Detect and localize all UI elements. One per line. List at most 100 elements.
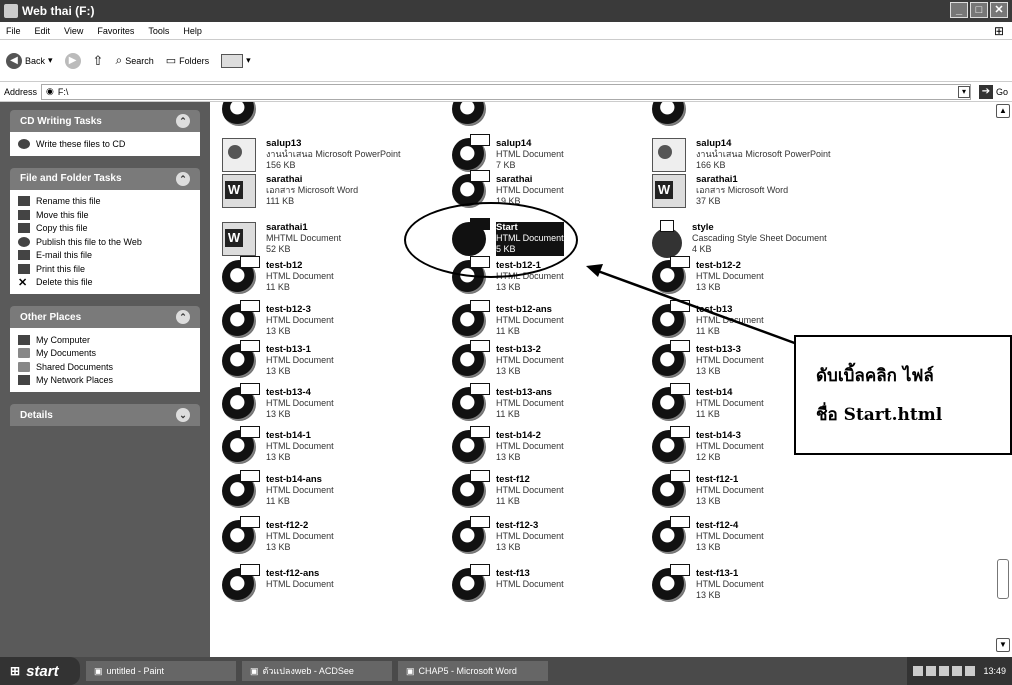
chevron-down-icon[interactable]: ▾ [957, 85, 970, 98]
scroll-up-icon[interactable]: ▲ [996, 104, 1010, 118]
file-item[interactable]: salup13 งานนำเสนอ Microsoft PowerPoint 156… [222, 138, 422, 172]
place-my-network[interactable]: My Network Places [18, 374, 192, 388]
panel-header[interactable]: Other Places ⌃ [10, 306, 200, 328]
file-name: test-f12-ans [266, 568, 320, 579]
taskbar-item-paint[interactable]: ▣ untitled - Paint [86, 661, 236, 681]
file-item[interactable]: test-f12-ans HTML Document [222, 564, 422, 602]
taskbar-item-acdsee[interactable]: ▣ ตัวแปลงweb - ACDSee [242, 661, 392, 681]
file-item[interactable]: test-b14-ans HTML Document 11 KB [222, 470, 422, 508]
panel-title: Details [20, 409, 53, 421]
ppt-icon [222, 138, 256, 172]
file-item[interactable]: sarathai1MHTML Document52 KB [222, 222, 422, 256]
file-item[interactable]: test-b13-ans HTML Document 11 KB [452, 383, 652, 421]
file-item[interactable]: test-f12-4 HTML Document 13 KB [652, 516, 852, 554]
tray-icon[interactable] [926, 666, 937, 676]
close-button[interactable]: ✕ [990, 2, 1008, 18]
file-item[interactable]: 126 KB [452, 102, 652, 126]
file-item[interactable]: test-b13 HTML Document 11 KB [652, 300, 852, 338]
menu-tools[interactable]: Tools [148, 26, 169, 36]
file-item[interactable]: sarathaiเอกสาร Microsoft Word111 KB [222, 174, 422, 208]
file-item[interactable]: test-b12-2 HTML Document 13 KB [652, 256, 852, 294]
file-type: HTML Document [496, 531, 564, 541]
views-button[interactable]: ▾ [221, 53, 251, 68]
forward-button[interactable]: ▶ [64, 52, 81, 69]
tray-icon[interactable] [939, 666, 950, 676]
place-my-documents[interactable]: My Documents [18, 347, 192, 361]
expand-icon[interactable]: ⌄ [176, 408, 190, 422]
chevron-down-icon: ▾ [246, 55, 251, 65]
panel-header[interactable]: Details ⌄ [10, 404, 200, 426]
task-move[interactable]: Move this file [18, 208, 192, 222]
file-item[interactable]: test-b13-4 HTML Document 13 KB [222, 383, 422, 421]
file-item[interactable]: test-f12-2 HTML Document 13 KB [222, 516, 422, 554]
file-item[interactable]: test-f13 HTML Document [452, 564, 652, 602]
collapse-icon[interactable]: ⌃ [176, 310, 190, 324]
place-my-computer[interactable]: My Computer [18, 333, 192, 347]
place-shared-documents[interactable]: Shared Documents [18, 360, 192, 374]
folder-icon [18, 348, 30, 359]
menu-file[interactable]: File [6, 26, 21, 36]
collapse-icon[interactable]: ⌃ [176, 171, 190, 186]
file-name: test-b12-ans [496, 304, 552, 315]
file-item[interactable]: salup14 HTML Document 7 KB [452, 134, 652, 172]
tray-icon[interactable] [952, 666, 963, 676]
task-rename[interactable]: Rename this file [18, 195, 192, 209]
tray-icon[interactable] [913, 666, 924, 676]
ie-icon [652, 300, 690, 338]
file-size: 52 KB [266, 244, 291, 254]
ie-icon [652, 564, 690, 602]
file-item[interactable]: salup14 งานนำเสนอ Microsoft PowerPoint 166… [652, 138, 852, 172]
folder-icon [4, 4, 18, 18]
file-item[interactable]: test-b12-3 HTML Document 13 KB [222, 300, 422, 338]
scroll-thumb[interactable] [997, 559, 1009, 599]
file-item[interactable]: test-f12-1 HTML Document 13 KB [652, 470, 852, 508]
ie-icon [452, 383, 490, 421]
start-button[interactable]: ⊞ start [0, 657, 80, 685]
file-details: test-f12-1 HTML Document 13 KB [696, 474, 764, 508]
chevron-down-icon[interactable]: ▾ [48, 55, 53, 66]
minimize-button[interactable]: _ [950, 2, 968, 18]
search-button[interactable]: ⌕ Search [115, 53, 153, 68]
file-item[interactable]: test-f13-1 HTML Document 13 KB [652, 564, 852, 602]
file-item[interactable]: test-b12 HTML Document 11 KB [222, 256, 422, 294]
scroll-down-icon[interactable]: ▼ [996, 638, 1010, 652]
menu-help[interactable]: Help [183, 26, 202, 36]
file-item[interactable]: 7 KB [222, 102, 422, 126]
task-email[interactable]: E-mail this file [18, 249, 192, 263]
address-field[interactable]: ◉ F:\ ▾ [41, 83, 971, 100]
task-publish[interactable]: Publish this file to the Web [18, 235, 192, 249]
up-button[interactable]: ⇧ [93, 53, 104, 69]
file-item[interactable]: test-b13-1 HTML Document 13 KB [222, 340, 422, 378]
file-item[interactable]: test-b12-ans HTML Document 11 KB [452, 300, 652, 338]
task-copy[interactable]: Copy this file [18, 222, 192, 236]
file-item[interactable]: test-b13-2 HTML Document 13 KB [452, 340, 652, 378]
back-button[interactable]: ◀ Back ▾ [6, 52, 53, 69]
acdsee-icon: ▣ [250, 665, 259, 676]
go-button[interactable]: ➔ Go [978, 84, 1008, 99]
maximize-button[interactable]: □ [970, 2, 988, 18]
taskbar-item-word[interactable]: ▣ CHAP5 - Microsoft Word [398, 661, 548, 681]
file-item[interactable]: test-f12 HTML Document 11 KB [452, 470, 652, 508]
panel-header[interactable]: CD Writing Tasks ⌃ [10, 110, 200, 132]
place-label: My Network Places [36, 375, 114, 386]
task-print[interactable]: Print this file [18, 262, 192, 276]
file-item[interactable]: style Cascading Style Sheet Document 4 KB [652, 220, 852, 258]
folders-button[interactable]: ▭ Folders [166, 54, 209, 67]
task-write-to-cd[interactable]: Write these files to CD [18, 137, 192, 151]
file-item[interactable]: test-f12-3 HTML Document 13 KB [452, 516, 652, 554]
place-label: My Documents [36, 348, 97, 359]
file-item[interactable]: test-b14-1 HTML Document 13 KB [222, 426, 422, 464]
file-item[interactable]: 7 KB [652, 102, 852, 126]
collapse-icon[interactable]: ⌃ [176, 114, 190, 128]
menu-view[interactable]: View [64, 26, 83, 36]
file-item[interactable]: sarathai1เอกสาร Microsoft Word37 KB [652, 174, 852, 208]
menu-edit[interactable]: Edit [35, 26, 51, 36]
panel-header[interactable]: File and Folder Tasks ⌃ [10, 167, 200, 190]
tray-icon[interactable] [965, 666, 976, 676]
network-icon [18, 375, 30, 386]
file-item[interactable]: test-b14-2 HTML Document 13 KB [452, 426, 652, 464]
file-name: test-b14-3 [696, 430, 741, 441]
task-delete[interactable]: ✕ Delete this file [18, 276, 192, 290]
menu-favorites[interactable]: Favorites [97, 26, 134, 36]
file-size: 11 KB [696, 409, 720, 419]
